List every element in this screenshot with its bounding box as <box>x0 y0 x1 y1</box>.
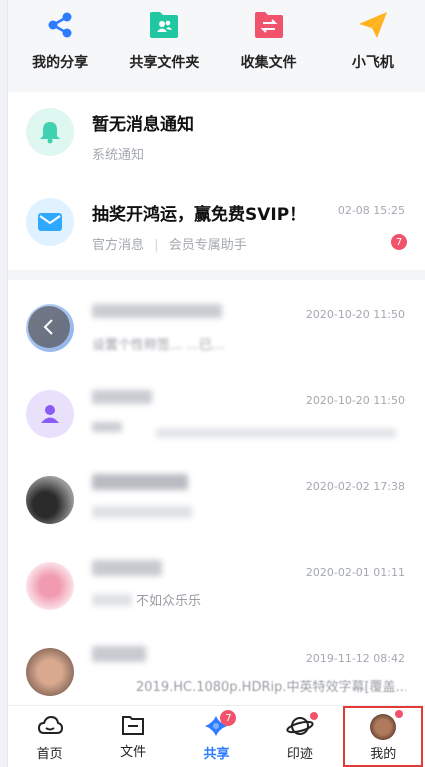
blurred-preview <box>156 428 396 438</box>
official-message-source: 官方消息 | 会员专属助手 <box>92 234 247 253</box>
bell-icon <box>26 108 74 156</box>
blurred-name <box>92 474 188 490</box>
chat-item[interactable]: 2020-10-20 11:50 <box>8 372 425 458</box>
collect-file-label: 收集文件 <box>240 55 297 71</box>
tab-trace-dot <box>309 712 318 720</box>
share-icon <box>43 8 77 42</box>
chat-time: 2020-02-01 01:11 <box>305 566 405 579</box>
section-divider <box>8 270 425 280</box>
back-button[interactable] <box>28 306 70 348</box>
blurred-name <box>92 390 152 404</box>
tab-files[interactable]: 文件 <box>93 706 173 767</box>
tab-files-label: 文件 <box>120 745 147 760</box>
blurred-name <box>92 304 222 318</box>
shared-folder-button[interactable]: 共享文件夹 <box>114 8 214 72</box>
official-message-tag: 官方消息 <box>92 238 145 253</box>
notice-subtitle: 系统通知 <box>92 148 145 163</box>
system-notice-item[interactable]: 暂无消息通知 系统通知 <box>8 92 425 180</box>
my-share-button[interactable]: 我的分享 <box>10 8 110 72</box>
chat-preview: 2019.HC.1080p.HDRip.中英特效字幕[覆盖... <box>136 680 406 695</box>
tab-share-label: 共享 <box>203 747 230 762</box>
chat-time: 2020-10-20 11:50 <box>305 394 405 407</box>
official-message-title: 抽奖开鸿运，赢免费SVIP！ <box>92 205 307 225</box>
collect-file-icon <box>252 8 286 42</box>
chat-item[interactable]: 2019-11-12 08:42 2019.HC.1080p.HDRip.中英特… <box>8 630 425 716</box>
mail-icon <box>26 198 74 246</box>
tab-home[interactable]: 首页 <box>10 706 90 767</box>
avatar <box>26 648 74 696</box>
home-cloud-icon <box>37 715 63 734</box>
avatar <box>26 476 74 524</box>
chat-preview: 设置个性称签... ...已... <box>92 338 225 353</box>
tab-mine[interactable]: 我的 <box>343 706 424 767</box>
chat-item[interactable]: 2020-02-02 17:38 <box>8 458 425 544</box>
tab-trace-label: 印迹 <box>286 747 313 762</box>
blurred-name <box>92 560 162 576</box>
tab-share[interactable]: 7 共享 <box>176 706 256 767</box>
paper-plane-button[interactable]: 小飞机 <box>323 8 423 72</box>
chat-time: 2019-11-12 08:42 <box>305 652 405 665</box>
folder-icon <box>122 716 145 735</box>
separator: | <box>154 238 159 253</box>
blurred-preview <box>92 594 132 606</box>
paper-plane-icon <box>356 8 390 42</box>
quick-actions: 我的分享 共享文件夹 收集文件 小飞机 <box>8 0 425 92</box>
share-panel: 我的分享 共享文件夹 收集文件 小飞机 暂无消息通知 系统通知 抽奖开鸿运，赢免… <box>8 0 425 767</box>
blurred-name <box>92 646 146 662</box>
bottom-tab-bar: 首页 文件 7 共享 印迹 我的 <box>8 705 425 767</box>
avatar-icon <box>370 714 397 740</box>
tab-mine-dot <box>395 710 404 718</box>
blurred-preview <box>92 422 122 432</box>
chat-item[interactable]: 2020-10-20 11:50 设置个性称签... ...已... <box>8 286 425 372</box>
collect-file-button[interactable]: 收集文件 <box>219 8 319 72</box>
chat-item[interactable]: 2020-02-01 01:11 不如众乐乐 <box>8 544 425 630</box>
tab-mine-label: 我的 <box>370 747 397 762</box>
notice-title: 暂无消息通知 <box>92 115 194 135</box>
chat-time: 2020-10-20 11:50 <box>305 308 405 321</box>
shared-folder-label: 共享文件夹 <box>129 55 200 71</box>
tab-home-label: 首页 <box>36 747 63 762</box>
shared-folder-icon <box>147 8 181 42</box>
tab-trace[interactable]: 印迹 <box>260 706 340 767</box>
paper-plane-label: 小飞机 <box>351 55 394 71</box>
background-page-edge <box>0 0 8 767</box>
blurred-preview <box>92 506 192 518</box>
avatar <box>26 390 74 438</box>
official-message-assistant: 会员专属助手 <box>168 238 247 253</box>
avatar <box>26 562 74 610</box>
official-message-item[interactable]: 抽奖开鸿运，赢免费SVIP！ 02-08 15:25 官方消息 | 会员专属助手… <box>8 180 425 268</box>
chat-preview: 不如众乐乐 <box>136 594 202 609</box>
unread-badge: 7 <box>391 234 407 250</box>
user-icon <box>41 405 59 423</box>
my-share-label: 我的分享 <box>32 55 89 71</box>
tab-share-badge: 7 <box>220 710 237 726</box>
official-message-time: 02-08 15:25 <box>337 204 405 217</box>
chevron-left-icon <box>43 319 53 335</box>
chat-time: 2020-02-02 17:38 <box>305 480 405 493</box>
